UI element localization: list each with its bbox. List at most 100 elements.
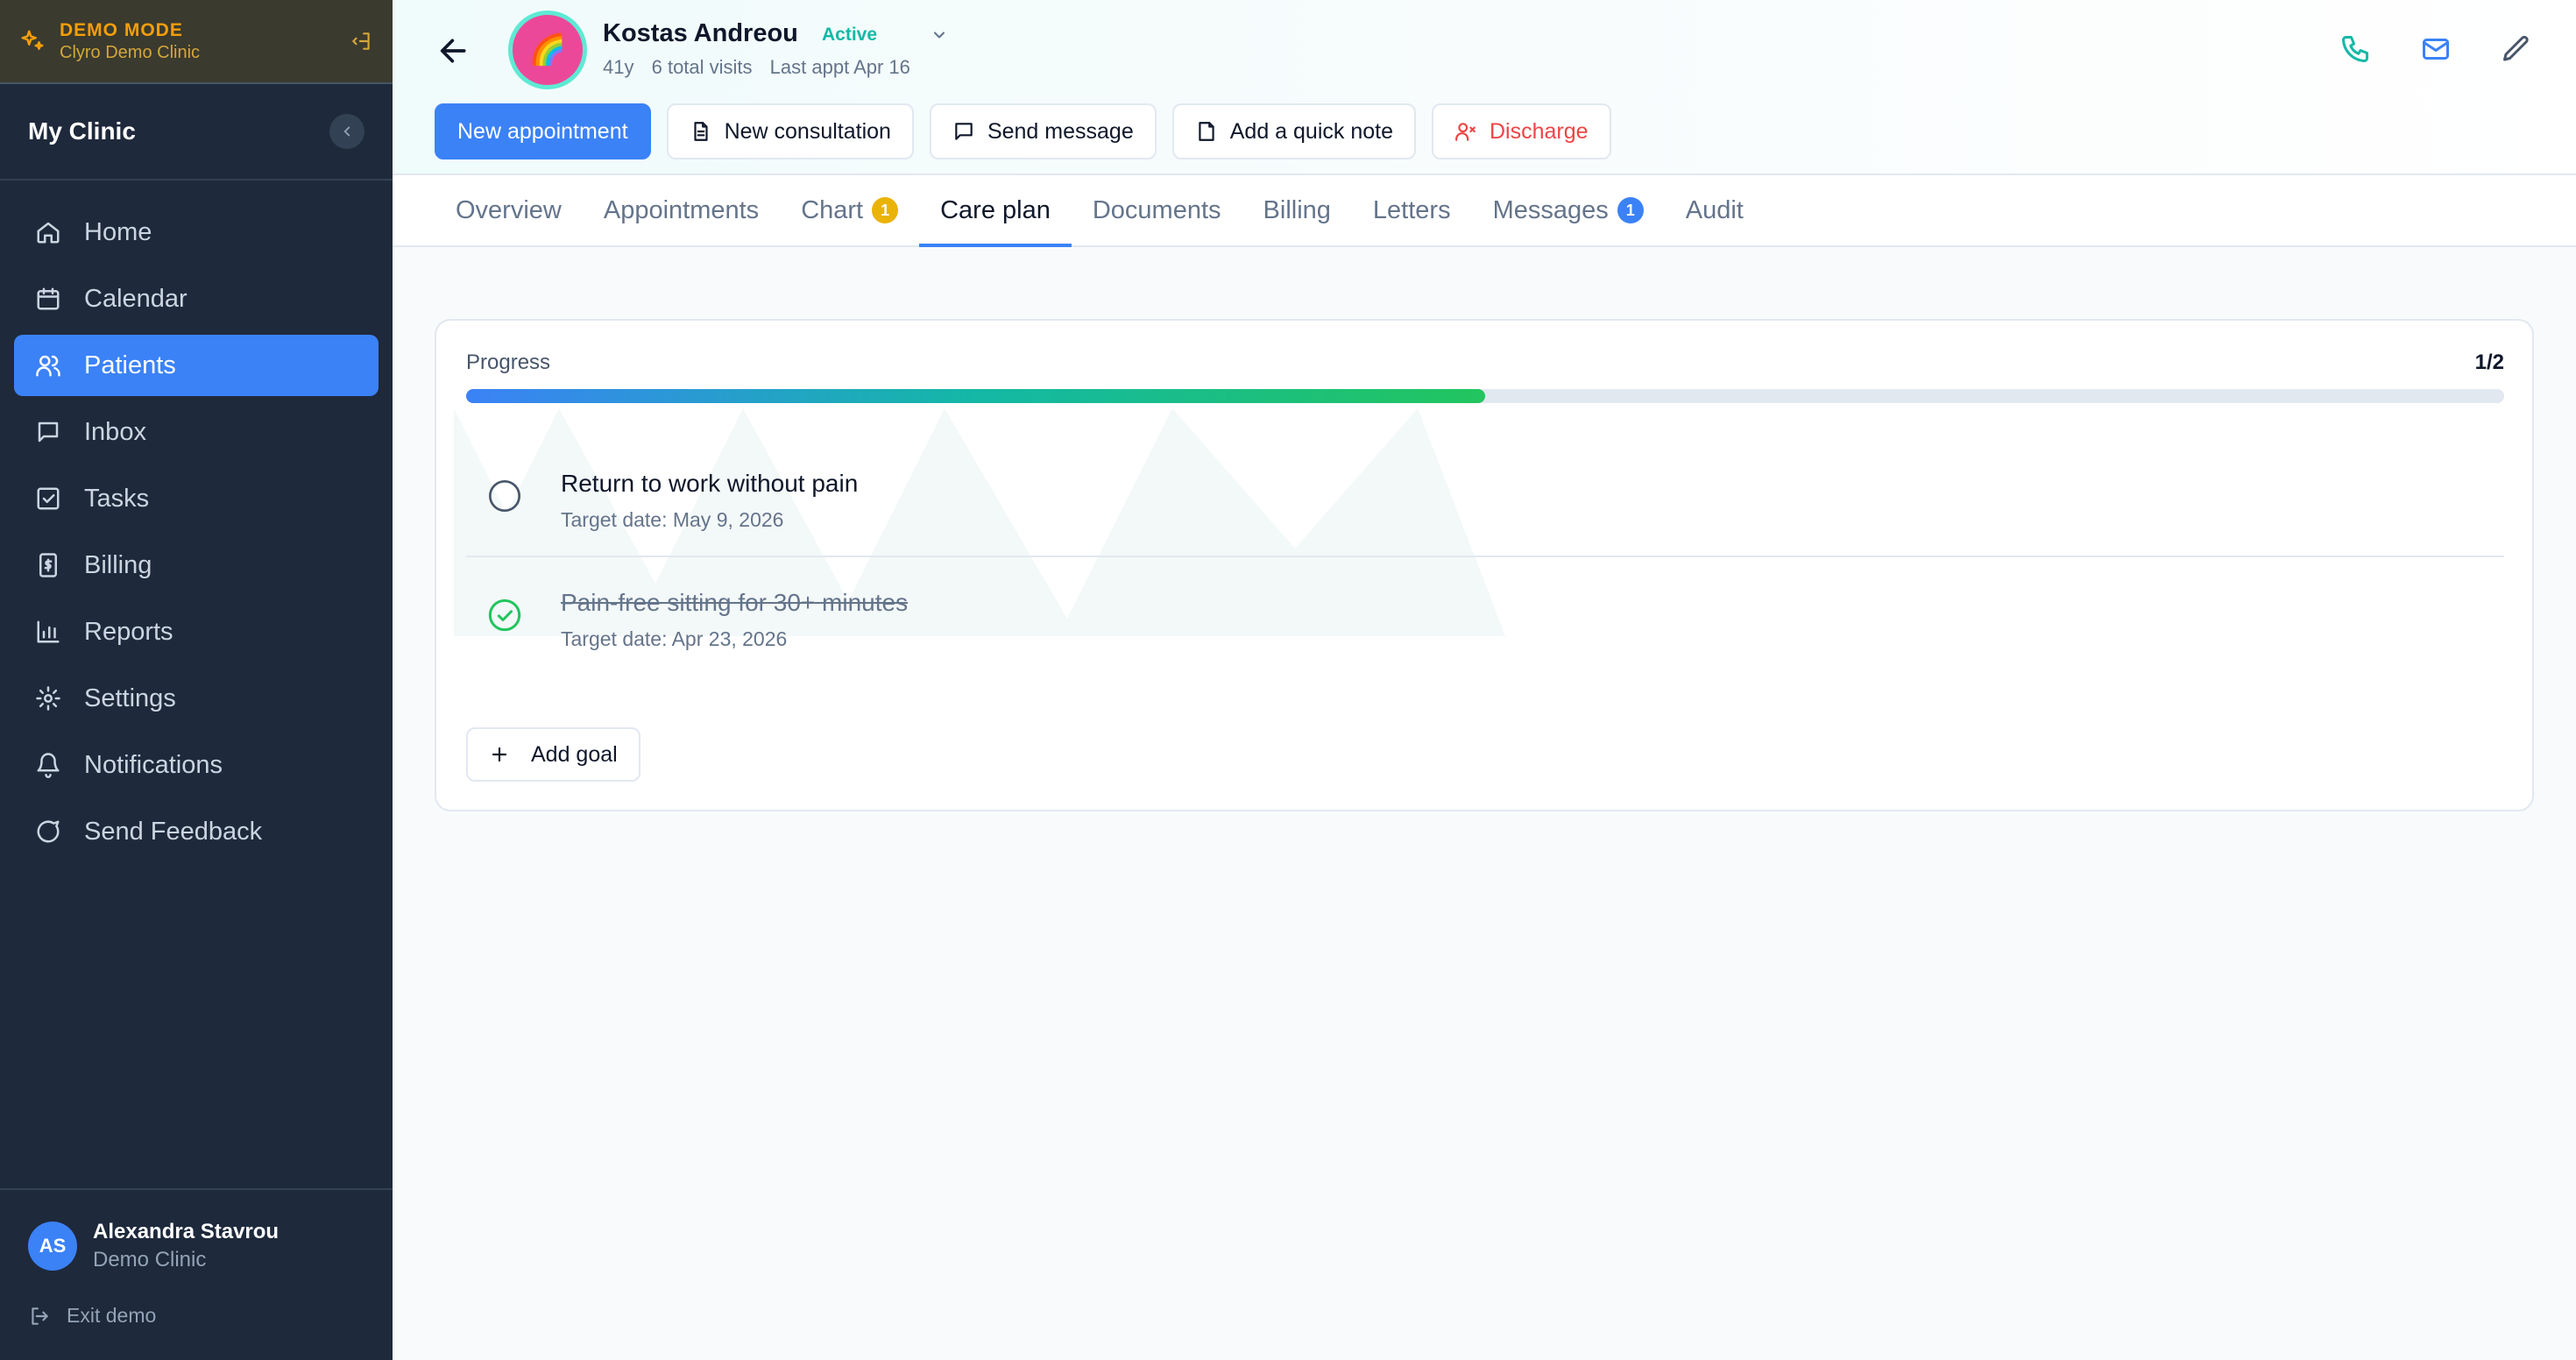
sidebar-nav: Home Calendar Patients Inbox Tasks Billi… bbox=[0, 181, 393, 862]
patient-avatar: 🌈 bbox=[508, 11, 587, 89]
progress-bar bbox=[466, 389, 2504, 403]
sidebar-item-label: Home bbox=[84, 217, 152, 246]
goal-title: Return to work without pain bbox=[561, 470, 859, 497]
message-icon bbox=[955, 123, 973, 140]
sidebar-item-label: Notifications bbox=[84, 750, 223, 779]
check-circle-icon[interactable] bbox=[487, 598, 522, 633]
patient-name: Kostas Andreou bbox=[603, 19, 798, 47]
tab-label: Documents bbox=[1092, 195, 1221, 224]
demo-clinic-name: Clyro Demo Clinic bbox=[60, 42, 201, 62]
tab-label: Care plan bbox=[940, 195, 1051, 224]
tab-label: Chart bbox=[801, 195, 864, 224]
billing-icon bbox=[39, 553, 57, 577]
sidebar-item-reports[interactable]: Reports bbox=[14, 601, 379, 662]
goal-target-date: Target date: Apr 23, 2026 bbox=[561, 627, 788, 650]
chart-count-badge: 1 bbox=[872, 197, 899, 223]
sidebar-item-tasks[interactable]: Tasks bbox=[14, 468, 379, 529]
sidebar-item-calendar[interactable]: Calendar bbox=[14, 268, 379, 329]
sidebar-item-notifications[interactable]: Notifications bbox=[14, 734, 379, 796]
sidebar-item-label: Inbox bbox=[84, 417, 146, 446]
plus-icon bbox=[492, 747, 507, 762]
sidebar-item-label: Calendar bbox=[84, 284, 188, 313]
sidebar-item-inbox[interactable]: Inbox bbox=[14, 401, 379, 463]
tab-billing[interactable]: Billing bbox=[1242, 175, 1352, 245]
chevron-down-icon[interactable] bbox=[931, 26, 948, 44]
tab-care-plan[interactable]: Care plan bbox=[919, 175, 1072, 247]
messages-count-badge: 1 bbox=[1617, 197, 1644, 223]
exit-demo-label: Exit demo bbox=[67, 1304, 157, 1327]
chevron-left-icon bbox=[343, 126, 350, 137]
new-appointment-button[interactable]: New appointment bbox=[435, 103, 651, 159]
sidebar-item-home[interactable]: Home bbox=[14, 202, 379, 263]
mail-icon[interactable] bbox=[2420, 33, 2452, 65]
goal-target-date: Target date: May 9, 2026 bbox=[561, 508, 784, 531]
sidebar: DEMO MODE Clyro Demo Clinic My Clinic Ho… bbox=[0, 0, 393, 1360]
new-consultation-button[interactable]: New consultation bbox=[666, 103, 914, 159]
user-x-icon bbox=[1455, 123, 1476, 141]
phone-icon[interactable] bbox=[2339, 33, 2371, 65]
goal-item: Pain-free sitting for 30+ minutes Target… bbox=[466, 557, 2504, 676]
tab-label: Messages bbox=[1492, 195, 1609, 224]
sidebar-item-label: Patients bbox=[84, 351, 176, 379]
discharge-button[interactable]: Discharge bbox=[1431, 103, 1611, 159]
settings-icon bbox=[36, 686, 60, 711]
sidebar-item-billing[interactable]: Billing bbox=[14, 535, 379, 596]
reports-icon bbox=[37, 620, 60, 643]
action-bar: New appointment New consultation Send me… bbox=[435, 103, 1611, 159]
exit-demo-button[interactable]: Exit demo bbox=[28, 1304, 364, 1328]
edit-icon[interactable] bbox=[2501, 33, 2532, 65]
tab-label: Letters bbox=[1372, 195, 1451, 224]
inbox-icon bbox=[38, 421, 59, 443]
add-goal-button[interactable]: Add goal bbox=[466, 727, 640, 782]
contact-actions bbox=[2339, 33, 2532, 65]
feedback-icon bbox=[37, 820, 60, 843]
sidebar-item-label: Tasks bbox=[84, 484, 150, 513]
sidebar-item-patients[interactable]: Patients bbox=[14, 335, 379, 396]
send-message-label: Send message bbox=[987, 118, 1134, 144]
progress-fill bbox=[466, 389, 1485, 403]
tab-chart[interactable]: Chart 1 bbox=[780, 175, 919, 245]
progress-count: 1/2 bbox=[2474, 351, 2504, 374]
tab-audit[interactable]: Audit bbox=[1665, 175, 1765, 245]
tab-messages[interactable]: Messages 1 bbox=[1472, 175, 1665, 245]
patient-header: 🌈 Kostas Andreou Active 41y 6 total visi… bbox=[393, 0, 2576, 174]
tab-overview[interactable]: Overview bbox=[435, 175, 583, 245]
tab-label: Billing bbox=[1263, 195, 1331, 224]
clinic-switcher: My Clinic bbox=[0, 84, 393, 181]
users-icon bbox=[36, 355, 60, 377]
unchecked-circle-icon[interactable] bbox=[487, 478, 522, 514]
tab-documents[interactable]: Documents bbox=[1072, 175, 1242, 245]
main-content: 🌈 Kostas Andreou Active 41y 6 total visi… bbox=[393, 0, 2576, 1360]
clinic-name: My Clinic bbox=[28, 117, 136, 145]
document-icon bbox=[693, 122, 708, 141]
tab-appointments[interactable]: Appointments bbox=[583, 175, 780, 245]
tab-label: Appointments bbox=[603, 195, 760, 224]
discharge-label: Discharge bbox=[1489, 118, 1589, 144]
add-goal-label: Add goal bbox=[531, 741, 618, 767]
avatar[interactable]: AS bbox=[28, 1222, 77, 1271]
tasks-icon bbox=[37, 487, 60, 510]
status-badge[interactable]: Active bbox=[822, 25, 877, 46]
patient-last-appt: Last appt Apr 16 bbox=[769, 56, 910, 78]
sidebar-item-label: Billing bbox=[84, 550, 152, 579]
sidebar-item-label: Settings bbox=[84, 684, 176, 712]
note-icon bbox=[1199, 122, 1214, 141]
patient-visits: 6 total visits bbox=[651, 56, 753, 78]
care-plan-card: Progress 1/2 Return to work without pain… bbox=[435, 319, 2534, 811]
calendar-icon bbox=[37, 287, 60, 310]
send-message-button[interactable]: Send message bbox=[929, 103, 1157, 159]
goal-item: Return to work without pain Target date:… bbox=[466, 438, 2504, 557]
sparkles-icon bbox=[21, 30, 44, 50]
back-arrow-icon[interactable] bbox=[436, 33, 471, 68]
exit-demo-icon[interactable] bbox=[350, 30, 373, 53]
rainbow-icon: 🌈 bbox=[528, 33, 567, 67]
add-quick-note-button[interactable]: Add a quick note bbox=[1171, 103, 1416, 159]
sidebar-item-settings[interactable]: Settings bbox=[14, 668, 379, 729]
collapse-sidebar-button[interactable] bbox=[329, 114, 364, 149]
sidebar-item-label: Reports bbox=[84, 617, 173, 646]
demo-mode-banner: DEMO MODE Clyro Demo Clinic bbox=[0, 0, 393, 84]
home-icon bbox=[37, 222, 60, 244]
tab-letters[interactable]: Letters bbox=[1352, 175, 1472, 245]
goal-title: Pain-free sitting for 30+ minutes bbox=[561, 589, 909, 616]
sidebar-item-send-feedback[interactable]: Send Feedback bbox=[14, 801, 379, 862]
